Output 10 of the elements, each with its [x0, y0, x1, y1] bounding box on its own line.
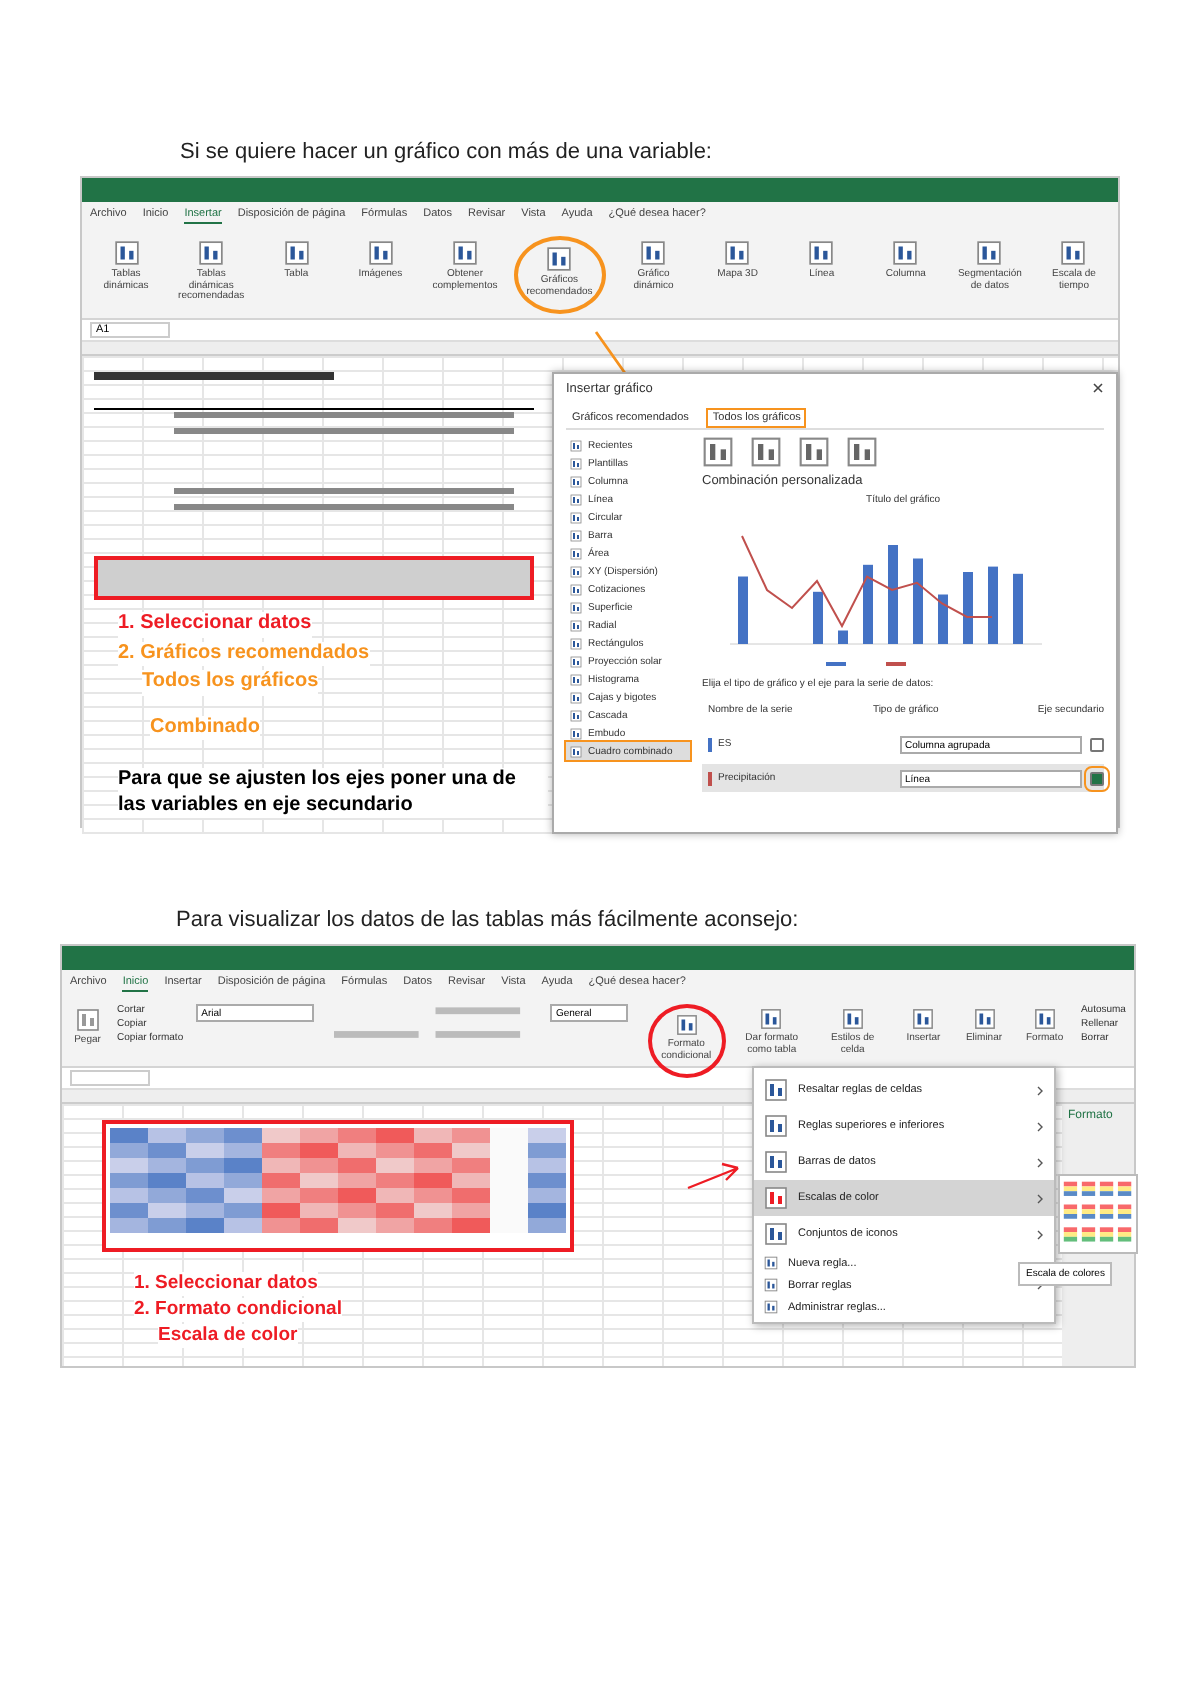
annotation-text: 2. Formato condicional: [134, 1297, 342, 1322]
annotation-text: 1. Seleccionar datos: [134, 1272, 318, 1296]
annotation-text: Combinado: [150, 715, 260, 740]
annotation-text: 2. Gráficos recomendados: [118, 641, 370, 666]
annotation-text: Para que se ajusten los ejes poner una de las variables en eje secundario: [118, 768, 548, 818]
annotation-text: 1. Seleccionar datos: [118, 612, 312, 637]
section-heading: Para visualizar los datos de las tablas más fácilmente aconsejo:: [176, 908, 801, 932]
annotation-text: Escala de color: [158, 1323, 298, 1348]
section-heading: Si se quiere hacer un gráfico con más de una variable:: [180, 140, 714, 164]
annotation-text: Todos los gráficos: [142, 670, 319, 695]
